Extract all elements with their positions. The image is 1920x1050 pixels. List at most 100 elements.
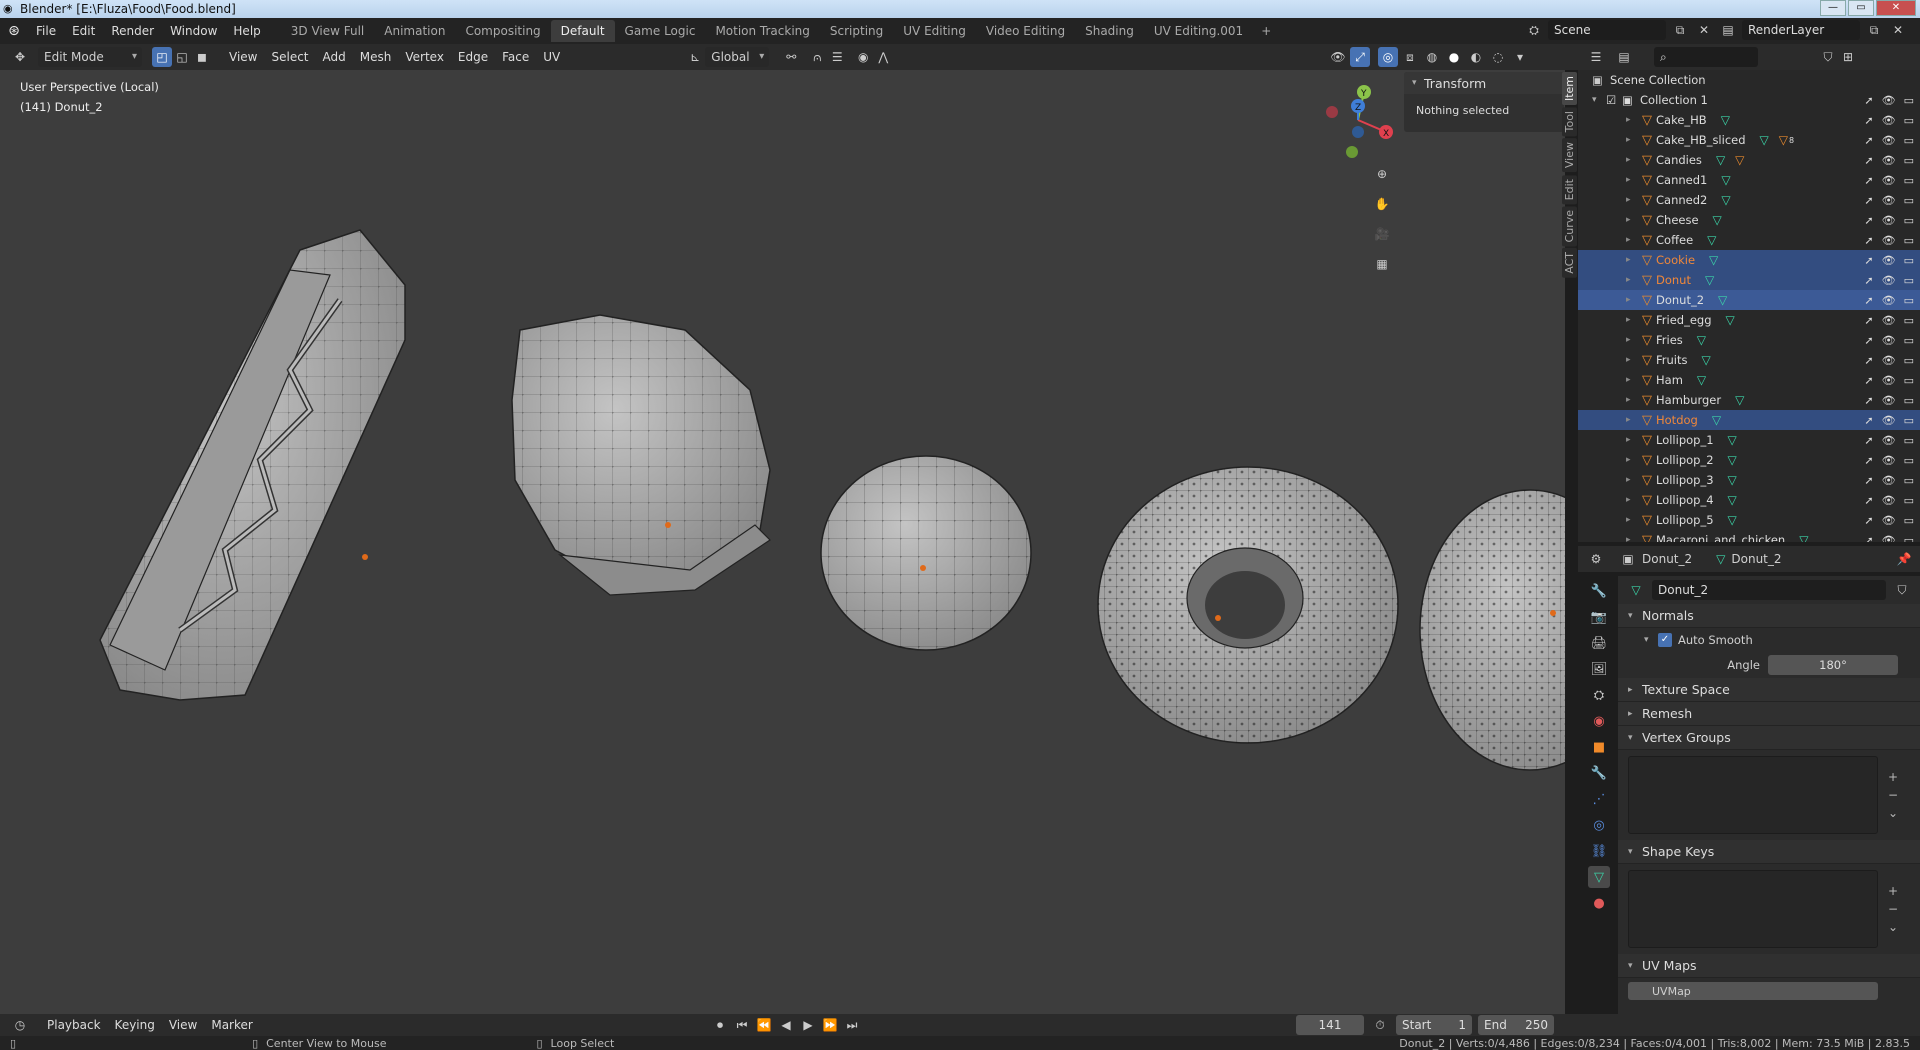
outliner-item[interactable]: ▸ ▽ Donut ▽ ➚ 👁 ▭ — [1578, 270, 1920, 290]
close-window-button[interactable]: ✕ — [1876, 0, 1916, 16]
view-layer-tab-icon[interactable]: 🖼 — [1588, 658, 1610, 680]
data-tab-icon[interactable]: ▽ — [1588, 866, 1610, 888]
eye-icon[interactable]: 👁 — [1882, 254, 1896, 267]
mesh-data-icon[interactable]: ▽ — [1728, 453, 1737, 467]
eye-icon[interactable]: 👁 — [1882, 514, 1896, 527]
outliner-item[interactable]: ▸ ▽ Cheese ▽ ➚ 👁 ▭ — [1578, 210, 1920, 230]
shape-key-menu-icon[interactable]: ⌄ — [1888, 920, 1898, 934]
n-panel-tab-act[interactable]: ACT — [1562, 248, 1577, 279]
viewport-menu-add[interactable]: Add — [316, 46, 353, 68]
remesh-section[interactable]: ▸ Remesh — [1618, 702, 1920, 726]
outliner-item[interactable]: ▸ ▽ Cookie ▽ ➚ 👁 ▭ — [1578, 250, 1920, 270]
properties-editor-icon[interactable]: ⚙ — [1586, 549, 1606, 569]
modifier-tab-icon[interactable]: 🔧 — [1588, 762, 1610, 784]
select-toggle-icon[interactable]: ➚ — [1864, 94, 1873, 107]
render-toggle-icon[interactable]: ▭ — [1904, 174, 1914, 187]
mesh-data-icon[interactable]: ▽ — [1728, 513, 1737, 527]
render-toggle-icon[interactable]: ▭ — [1904, 234, 1914, 247]
mesh-data-icon[interactable]: ▽ — [1716, 153, 1725, 167]
menu-window[interactable]: Window — [162, 20, 225, 42]
mesh-data-icon[interactable]: ▽ — [1728, 433, 1737, 447]
add-shape-key-button[interactable]: + — [1888, 884, 1898, 898]
render-tab-icon[interactable]: 📷 — [1588, 606, 1610, 628]
render-toggle-icon[interactable]: ▭ — [1904, 294, 1914, 307]
proportional-edit-icon[interactable]: ◉ — [853, 47, 873, 67]
expand-arrow-icon[interactable]: ▸ — [1626, 255, 1638, 265]
shape-keys-list[interactable] — [1628, 870, 1878, 948]
mesh-data-icon[interactable]: ▽ — [1697, 373, 1706, 387]
gizmo-icon[interactable]: ⤢ — [1350, 47, 1370, 67]
mode-dropdown[interactable]: Edit Mode — [38, 47, 142, 67]
texture-space-section[interactable]: ▸ Texture Space — [1618, 678, 1920, 702]
render-layer-field[interactable]: RenderLayer — [1742, 20, 1860, 40]
render-toggle-icon[interactable]: ▭ — [1904, 534, 1914, 543]
eye-icon[interactable]: 👁 — [1882, 214, 1896, 227]
add-workspace-button[interactable]: + — [1253, 20, 1279, 42]
select-toggle-icon[interactable]: ➚ — [1864, 514, 1873, 527]
expand-arrow-icon[interactable]: ▸ — [1626, 295, 1638, 305]
select-toggle-icon[interactable]: ➚ — [1864, 174, 1873, 187]
render-toggle-icon[interactable]: ▭ — [1904, 334, 1914, 347]
render-toggle-icon[interactable]: ▭ — [1904, 94, 1914, 107]
render-toggle-icon[interactable]: ▭ — [1904, 434, 1914, 447]
select-toggle-icon[interactable]: ➚ — [1864, 494, 1873, 507]
solid-shading-icon[interactable]: ● — [1444, 47, 1464, 67]
eye-icon[interactable]: 👁 — [1882, 434, 1896, 447]
mesh-data-icon[interactable]: ▽ — [1799, 533, 1808, 542]
mesh-data-icon[interactable]: ▽ — [1718, 293, 1727, 307]
render-toggle-icon[interactable]: ▭ — [1904, 194, 1914, 207]
current-frame-field[interactable]: 141 — [1296, 1015, 1364, 1035]
workspace-tab-game-logic[interactable]: Game Logic — [615, 20, 706, 42]
eye-icon[interactable]: 👁 — [1882, 394, 1896, 407]
outliner-item[interactable]: ▸ ▽ Hotdog ▽ ➚ 👁 ▭ — [1578, 410, 1920, 430]
jump-start-icon[interactable]: ⏮ — [732, 1015, 752, 1035]
select-toggle-icon[interactable]: ➚ — [1864, 534, 1873, 543]
workspace-tab-3d-view-full[interactable]: 3D View Full — [281, 20, 375, 42]
checkbox-icon[interactable]: ☑ — [1606, 93, 1622, 107]
select-toggle-icon[interactable]: ➚ — [1864, 254, 1873, 267]
outliner-item[interactable]: ▸ ▽ Ham ▽ ➚ 👁 ▭ — [1578, 370, 1920, 390]
eye-icon[interactable]: 👁 — [1882, 154, 1896, 167]
n-panel-tab-edit[interactable]: Edit — [1562, 174, 1577, 204]
orientation-icon[interactable]: ⊾ — [685, 47, 705, 67]
expand-arrow-icon[interactable]: ▸ — [1626, 135, 1638, 145]
add-vertex-group-button[interactable]: + — [1888, 770, 1898, 784]
display-mode-icon[interactable]: ▤ — [1614, 47, 1634, 67]
mesh-data-icon[interactable]: ▽ — [1713, 213, 1722, 227]
viewport-menu-uv[interactable]: UV — [536, 46, 567, 68]
pan-hand-icon[interactable]: ✋ — [1372, 194, 1392, 214]
face-select-icon[interactable]: ◼ — [192, 47, 212, 67]
select-toggle-icon[interactable]: ➚ — [1864, 294, 1873, 307]
eye-icon[interactable]: 👁 — [1882, 454, 1896, 467]
eye-icon[interactable]: 👁 — [1882, 194, 1896, 207]
expand-arrow-icon[interactable]: ▸ — [1626, 335, 1638, 345]
eye-icon[interactable]: 👁 — [1882, 274, 1896, 287]
new-layer-icon[interactable]: ⧉ — [1864, 20, 1884, 40]
eye-icon[interactable]: 👁 — [1882, 294, 1896, 307]
select-toggle-icon[interactable]: ➚ — [1864, 474, 1873, 487]
physics-tab-icon[interactable]: ◎ — [1588, 814, 1610, 836]
expand-arrow-icon[interactable]: ▸ — [1626, 235, 1638, 245]
maximize-button[interactable]: ▭ — [1848, 0, 1874, 16]
mesh-data-icon[interactable]: ▽ — [1728, 493, 1737, 507]
navigation-gizmo[interactable]: X Y Z — [1318, 80, 1398, 160]
workspace-tab-default[interactable]: Default — [550, 20, 615, 42]
select-toggle-icon[interactable]: ➚ — [1864, 114, 1873, 127]
delete-layer-icon[interactable]: ✕ — [1888, 20, 1908, 40]
minimize-button[interactable]: — — [1820, 0, 1846, 16]
scene-field[interactable]: Scene — [1548, 20, 1666, 40]
mesh-data-icon[interactable]: ▽ — [1721, 113, 1730, 127]
auto-smooth-checkbox[interactable]: ✓ — [1658, 633, 1672, 647]
scene-icon[interactable]: ⛭ — [1524, 20, 1544, 40]
mesh-data-icon[interactable]: ▽ — [1709, 253, 1718, 267]
select-toggle-icon[interactable]: ➚ — [1864, 334, 1873, 347]
remove-shape-key-button[interactable]: − — [1888, 902, 1898, 916]
timeline-menu-keying[interactable]: Keying — [108, 1014, 162, 1036]
expand-arrow-icon[interactable]: ▸ — [1626, 375, 1638, 385]
start-frame-field[interactable]: Start 1 — [1396, 1015, 1472, 1035]
render-toggle-icon[interactable]: ▭ — [1904, 454, 1914, 467]
render-toggle-icon[interactable]: ▭ — [1904, 314, 1914, 327]
expand-arrow-icon[interactable]: ▸ — [1626, 535, 1638, 542]
select-toggle-icon[interactable]: ➚ — [1864, 194, 1873, 207]
expand-arrow-icon[interactable]: ▸ — [1626, 175, 1638, 185]
